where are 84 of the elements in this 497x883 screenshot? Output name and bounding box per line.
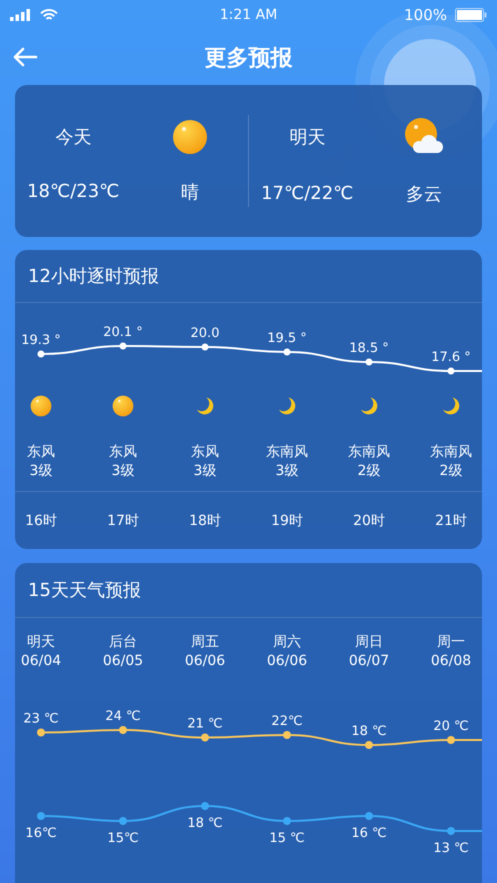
wind-direction: 东风 [191,443,219,462]
data-point [284,348,290,356]
value-label: 16℃ [25,826,57,841]
date-label: 06/04 [20,652,62,671]
data-point [365,812,373,820]
battery-percent: 100% [404,6,447,24]
value-label: 20.1 ° [103,325,143,340]
weather-condition: 晴 [180,180,199,204]
date-label: 06/07 [348,652,390,671]
hour-label: 17时 [107,512,139,530]
wind-direction: 东风 [27,443,55,462]
date-label: 06/06 [184,652,226,671]
value-label: 21 ℃ [187,716,223,732]
data-point [38,350,44,358]
value-label: 13 ℃ [433,841,469,856]
wind-level: 2级 [358,462,380,481]
card-title: 15天天气预报 [28,579,141,602]
data-point [283,817,291,825]
sun-icon [112,395,134,417]
value-label: 23 ℃ [23,712,59,726]
data-point [119,726,127,734]
back-button[interactable] [12,46,38,68]
wind-direction: 东南风 [266,443,308,462]
value-label: 19.3 ° [21,333,61,348]
data-point [447,736,455,744]
wind-level: 3级 [30,462,52,481]
date-label: 06/06 [266,652,308,671]
wind-level: 2级 [440,462,462,481]
day-label: 周日 [354,633,383,652]
signal-icon [10,9,32,21]
wifi-icon [40,8,58,22]
sun-icon [172,118,208,154]
wind-direction: 东风 [109,443,137,462]
wind-direction: 东南风 [430,443,472,462]
day-label: 周六 [272,633,301,652]
wind-level: 3级 [112,462,134,481]
hour-label: 21时 [435,512,467,530]
data-point [37,728,45,736]
value-label: 19.5 ° [267,331,307,346]
wind-direction: 东南风 [348,443,390,462]
hour-label: 16时 [25,512,57,530]
wind-level: 3级 [276,462,298,481]
day-label: 周一 [436,633,465,652]
value-label: 16 ℃ [351,826,387,841]
card-title: 12小时逐时预报 [28,265,159,288]
day-label: 明天 [289,126,326,148]
value-label: 17.6 ° [431,350,471,365]
data-point [447,827,455,835]
temperature-range: 18℃/23℃ [27,181,120,202]
value-label: 18.5 ° [349,341,389,356]
data-point [120,342,126,350]
value-label: 15℃ [107,831,139,846]
value-label: 24 ℃ [105,709,141,724]
hour-label: 19时 [271,512,303,530]
data-point [119,817,127,825]
data-point [366,358,372,366]
value-label: 20 ℃ [433,719,469,734]
value-label: 18 ℃ [351,724,387,739]
value-label: 15 ℃ [269,831,305,846]
data-point [201,802,209,810]
page-title: 更多预报 [204,44,292,72]
status-time: 1:21 AM [220,7,278,23]
temperature-range: 17℃/22℃ [261,183,354,204]
value-label: 20.0 [190,326,220,341]
date-label: 06/08 [430,652,472,671]
wind-level: 3级 [194,462,216,481]
sun-icon [30,395,52,417]
value-label: 18 ℃ [187,816,223,831]
hour-label: 20时 [353,512,385,530]
day-label: 明天 [26,633,55,652]
value-label: 22℃ [271,714,303,729]
data-point [448,368,454,374]
hour-label: 18时 [189,512,221,530]
day-label: 后台 [108,633,137,652]
data-point [365,741,373,749]
day-label: 今天 [55,126,92,148]
data-point [283,731,291,739]
weather-condition: 多云 [406,182,442,206]
data-point [201,734,209,742]
data-point [202,344,208,350]
date-label: 06/05 [102,652,144,671]
data-point [37,812,45,820]
battery-icon [455,8,487,22]
day-label: 周五 [190,633,219,652]
